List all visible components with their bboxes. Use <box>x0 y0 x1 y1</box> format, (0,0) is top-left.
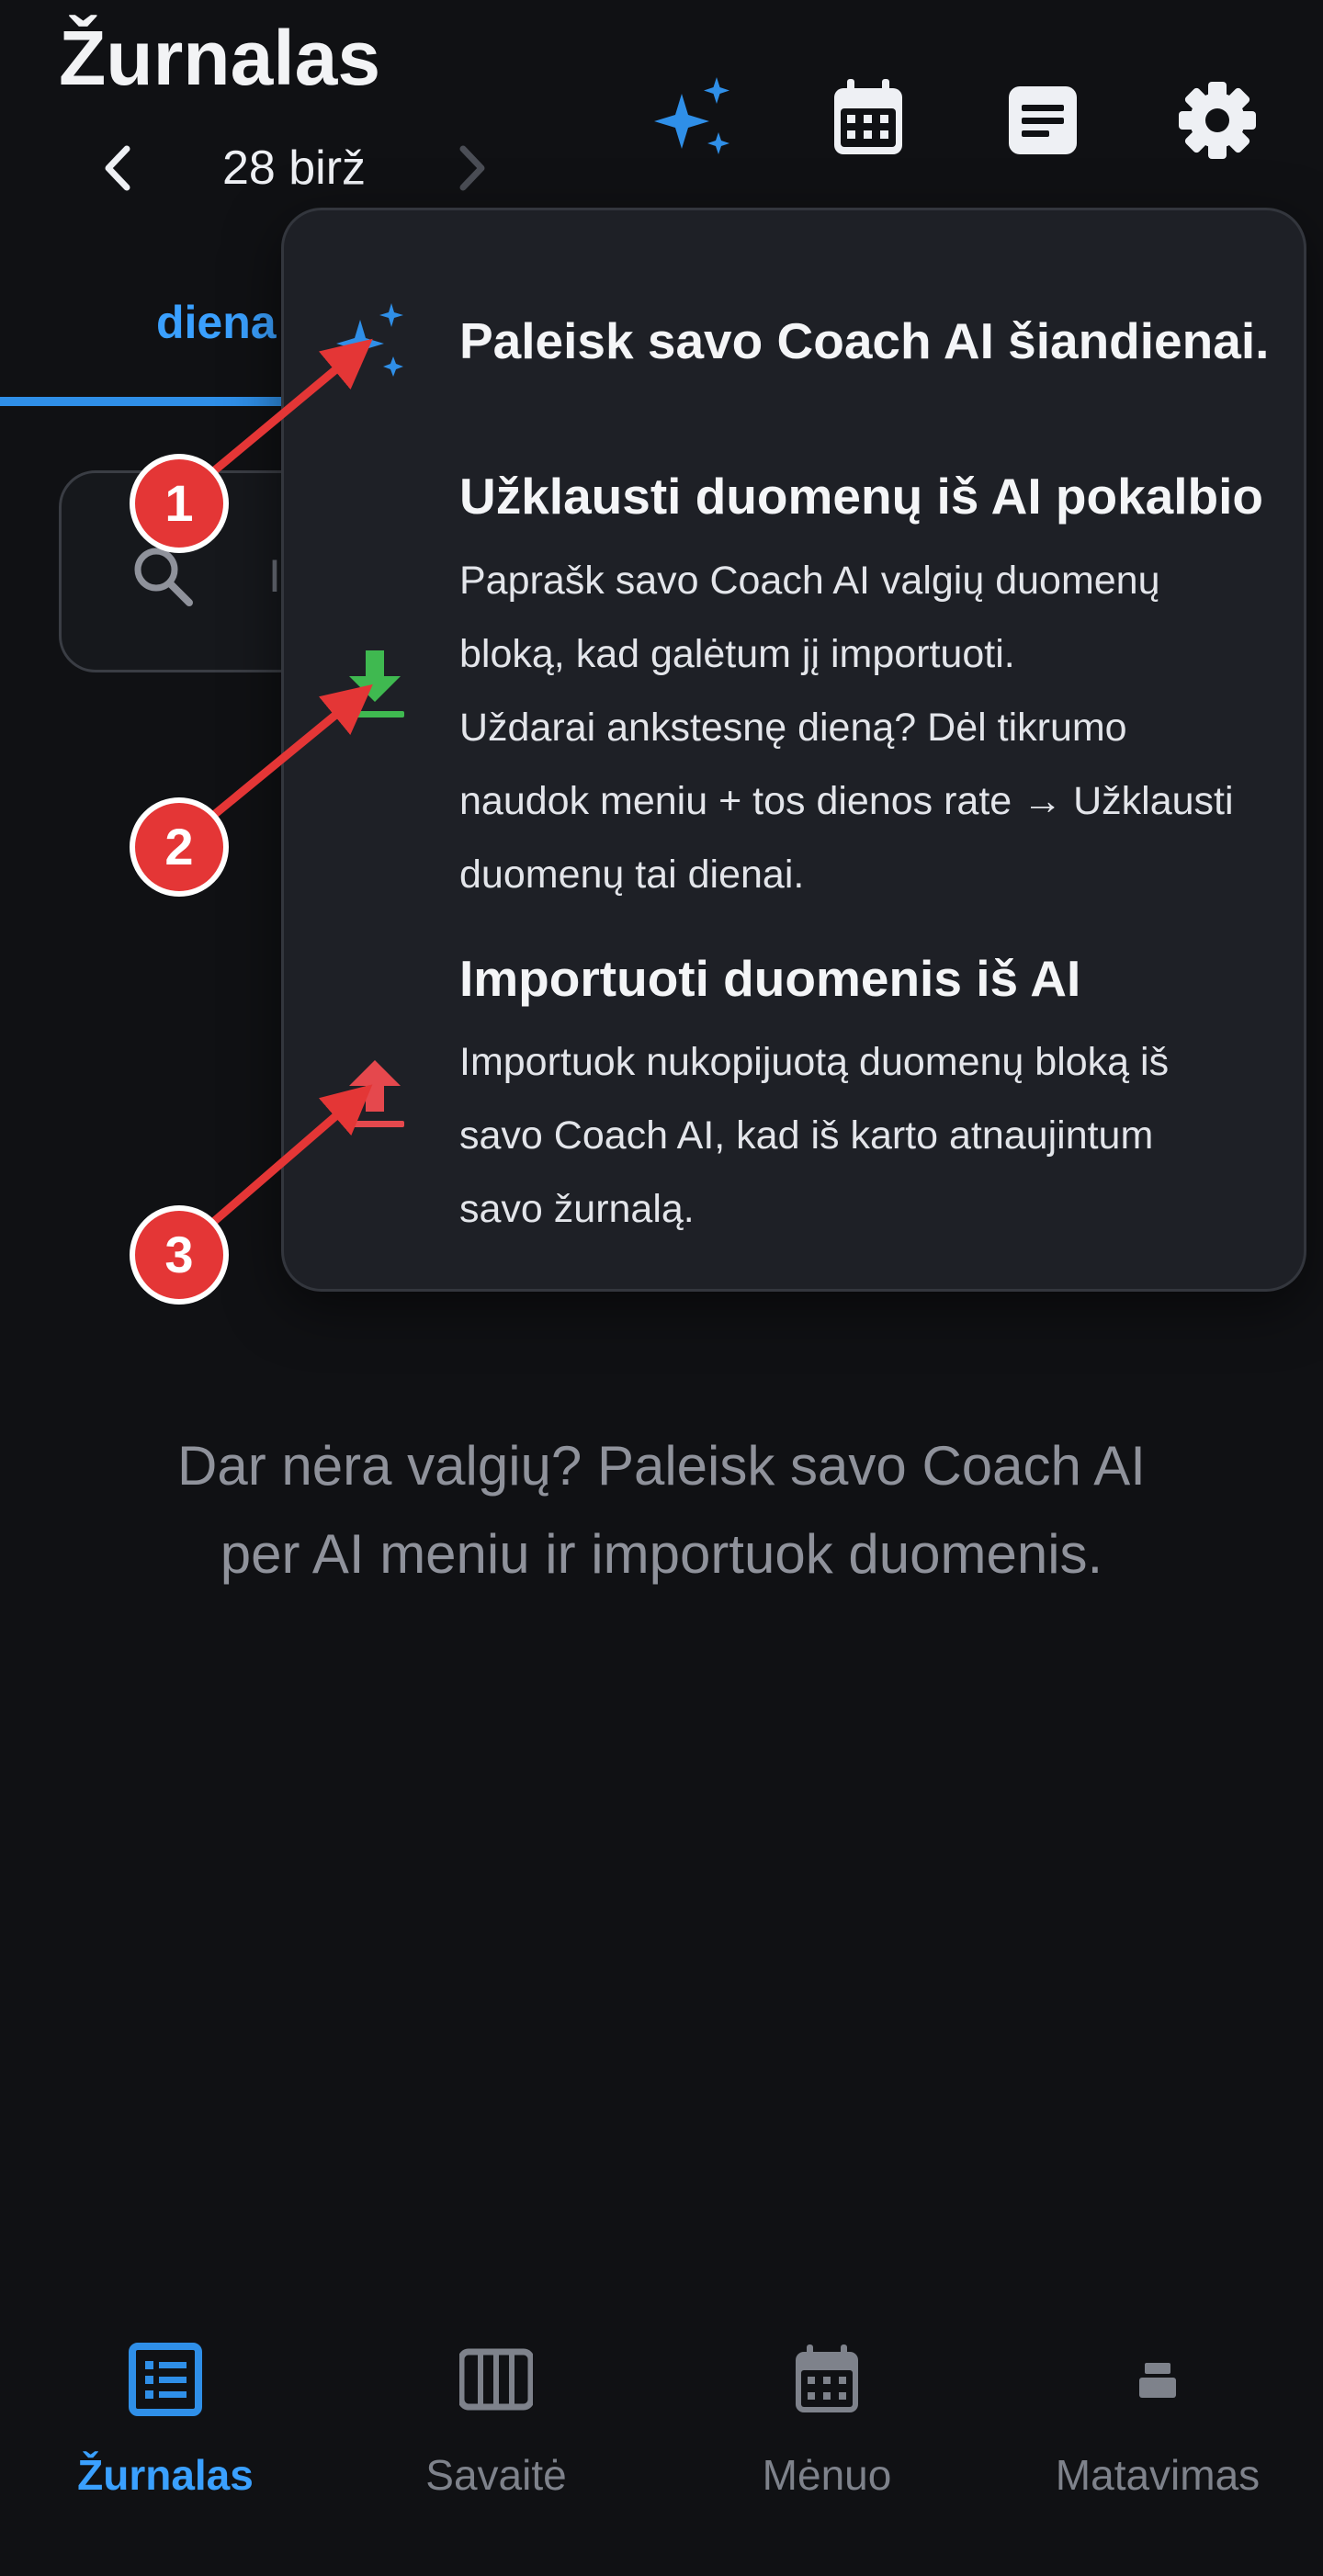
tab-day[interactable]: diena <box>156 292 277 353</box>
description-line: bloką, kad galėtum jį importuoti. <box>459 632 1015 676</box>
chevron-right-icon <box>459 145 485 191</box>
nav-item-week[interactable]: Savaitė <box>331 2324 662 2545</box>
calendar-button[interactable] <box>818 72 919 169</box>
description-line: Importuok nukopijuotą duomenų bloką iš <box>459 1040 1170 1084</box>
next-day-button[interactable] <box>443 136 498 200</box>
nav-label: Žurnalas <box>77 2451 254 2499</box>
description-line: savo žurnalą. <box>459 1187 695 1231</box>
nav-item-month[interactable]: Mėnuo <box>662 2324 992 2545</box>
description-line: Uždarai ankstesnę dieną? Dėl tikrumo <box>459 706 1127 750</box>
download-icon[interactable] <box>340 645 410 724</box>
description-line: duomenų tai dienai. <box>459 853 805 897</box>
ai-menu-button[interactable] <box>643 72 744 169</box>
annotation-badge-3: 3 <box>130 1205 229 1305</box>
search-placeholder: I <box>268 550 281 602</box>
import-data-description: Importuok nukopijuotą duomenų bloką iš s… <box>459 1025 1268 1246</box>
run-coach-ai-item[interactable]: Paleisk savo Coach AI šiandienai. <box>459 309 1269 373</box>
import-data-item[interactable]: Importuoti duomenis iš AI <box>459 946 1080 1011</box>
calendar-icon <box>834 79 902 154</box>
active-tab-indicator <box>0 397 294 406</box>
previous-day-button[interactable] <box>92 136 147 200</box>
settings-button[interactable] <box>1167 72 1268 169</box>
list-icon <box>129 2343 202 2416</box>
empty-state-line-1: Dar nėra valgių? Paleisk savo Coach AI <box>177 1435 1146 1497</box>
description-line: Paprašk savo Coach AI valgių duomenų <box>459 559 1160 603</box>
search-icon <box>129 542 198 612</box>
annotation-badge-2: 2 <box>130 797 229 897</box>
current-date[interactable]: 28 birž <box>198 138 390 198</box>
page-title: Žurnalas <box>59 15 381 101</box>
gear-icon <box>1179 82 1256 159</box>
description-line: savo Coach AI, kad iš karto atnaujintum <box>459 1113 1154 1158</box>
sparkles-icon <box>654 77 729 154</box>
notes-icon <box>1009 86 1077 154</box>
chevron-left-icon <box>105 145 130 191</box>
nav-label: Matavimas <box>1055 2451 1261 2499</box>
calendar-icon <box>796 2344 858 2412</box>
empty-state-message: Dar nėra valgių? Paleisk savo Coach AI p… <box>110 1422 1213 1599</box>
request-data-item[interactable]: Užklausti duomenų iš AI pokalbio <box>459 464 1263 528</box>
empty-state-line-2: per AI meniu ir importuok duomenis. <box>220 1523 1103 1585</box>
scale-icon <box>1139 2363 1176 2398</box>
nav-item-journal[interactable]: Žurnalas <box>0 2324 331 2545</box>
nav-label: Savaitė <box>425 2451 567 2499</box>
upload-icon[interactable] <box>340 1056 410 1135</box>
nav-label: Mėnuo <box>762 2451 892 2499</box>
nav-item-measure[interactable]: Matavimas <box>992 2324 1323 2545</box>
request-data-description: Paprašk savo Coach AI valgių duomenų blo… <box>459 544 1268 911</box>
notes-button[interactable] <box>992 72 1093 169</box>
week-columns-icon <box>459 2348 533 2411</box>
annotation-badge-1: 1 <box>130 454 229 553</box>
description-line: naudok meniu + tos dienos rate → Užklaus… <box>459 779 1234 823</box>
sparkles-icon[interactable] <box>327 299 415 388</box>
